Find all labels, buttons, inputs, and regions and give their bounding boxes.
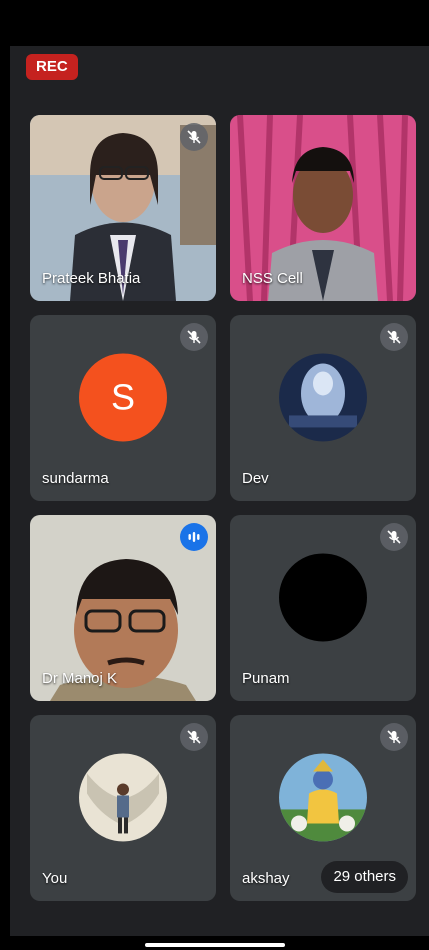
participant-name: You: [42, 870, 68, 887]
meeting-grid: REC Prateek Bhatia NSS Cell S sundarma D…: [10, 46, 429, 936]
participant-name: Dr Manoj K: [42, 670, 118, 687]
others-count-button[interactable]: 29 others: [321, 861, 408, 893]
mic-muted-icon: [180, 123, 208, 151]
home-indicator[interactable]: [145, 943, 285, 947]
participant-name: Dev: [242, 470, 269, 487]
participant-tile-nss-cell[interactable]: NSS Cell: [230, 115, 416, 301]
participant-avatar: [79, 753, 167, 842]
status-bar: [0, 0, 429, 46]
speaking-indicator-icon: [180, 523, 208, 551]
participant-tile-dev[interactable]: Dev: [230, 315, 416, 501]
mic-muted-icon: [180, 723, 208, 751]
mic-muted-icon: [380, 523, 408, 551]
participant-name: akshay: [242, 870, 290, 887]
participant-tile-punam[interactable]: Punam: [230, 515, 416, 701]
participant-name: NSS Cell: [242, 270, 303, 287]
mic-muted-icon: [380, 323, 408, 351]
participant-avatar: S: [79, 353, 167, 442]
participant-name: Prateek Bhatia: [42, 270, 141, 287]
participant-tile-prateek-bhatia[interactable]: Prateek Bhatia: [30, 115, 216, 301]
participant-avatar: [279, 353, 367, 442]
mic-muted-icon: [380, 723, 408, 751]
participant-tile-you[interactable]: You: [30, 715, 216, 901]
mic-muted-icon: [180, 323, 208, 351]
participant-tile-sundarma[interactable]: S sundarma: [30, 315, 216, 501]
participant-name: Punam: [242, 670, 290, 687]
participant-tile-akshay[interactable]: akshay 29 others: [230, 715, 416, 901]
participant-name: sundarma: [42, 470, 109, 487]
recording-badge: REC: [26, 54, 78, 80]
participant-avatar: [279, 553, 367, 642]
participant-tile-dr-manoj-k[interactable]: Dr Manoj K: [30, 515, 216, 701]
participant-avatar: [279, 753, 367, 842]
